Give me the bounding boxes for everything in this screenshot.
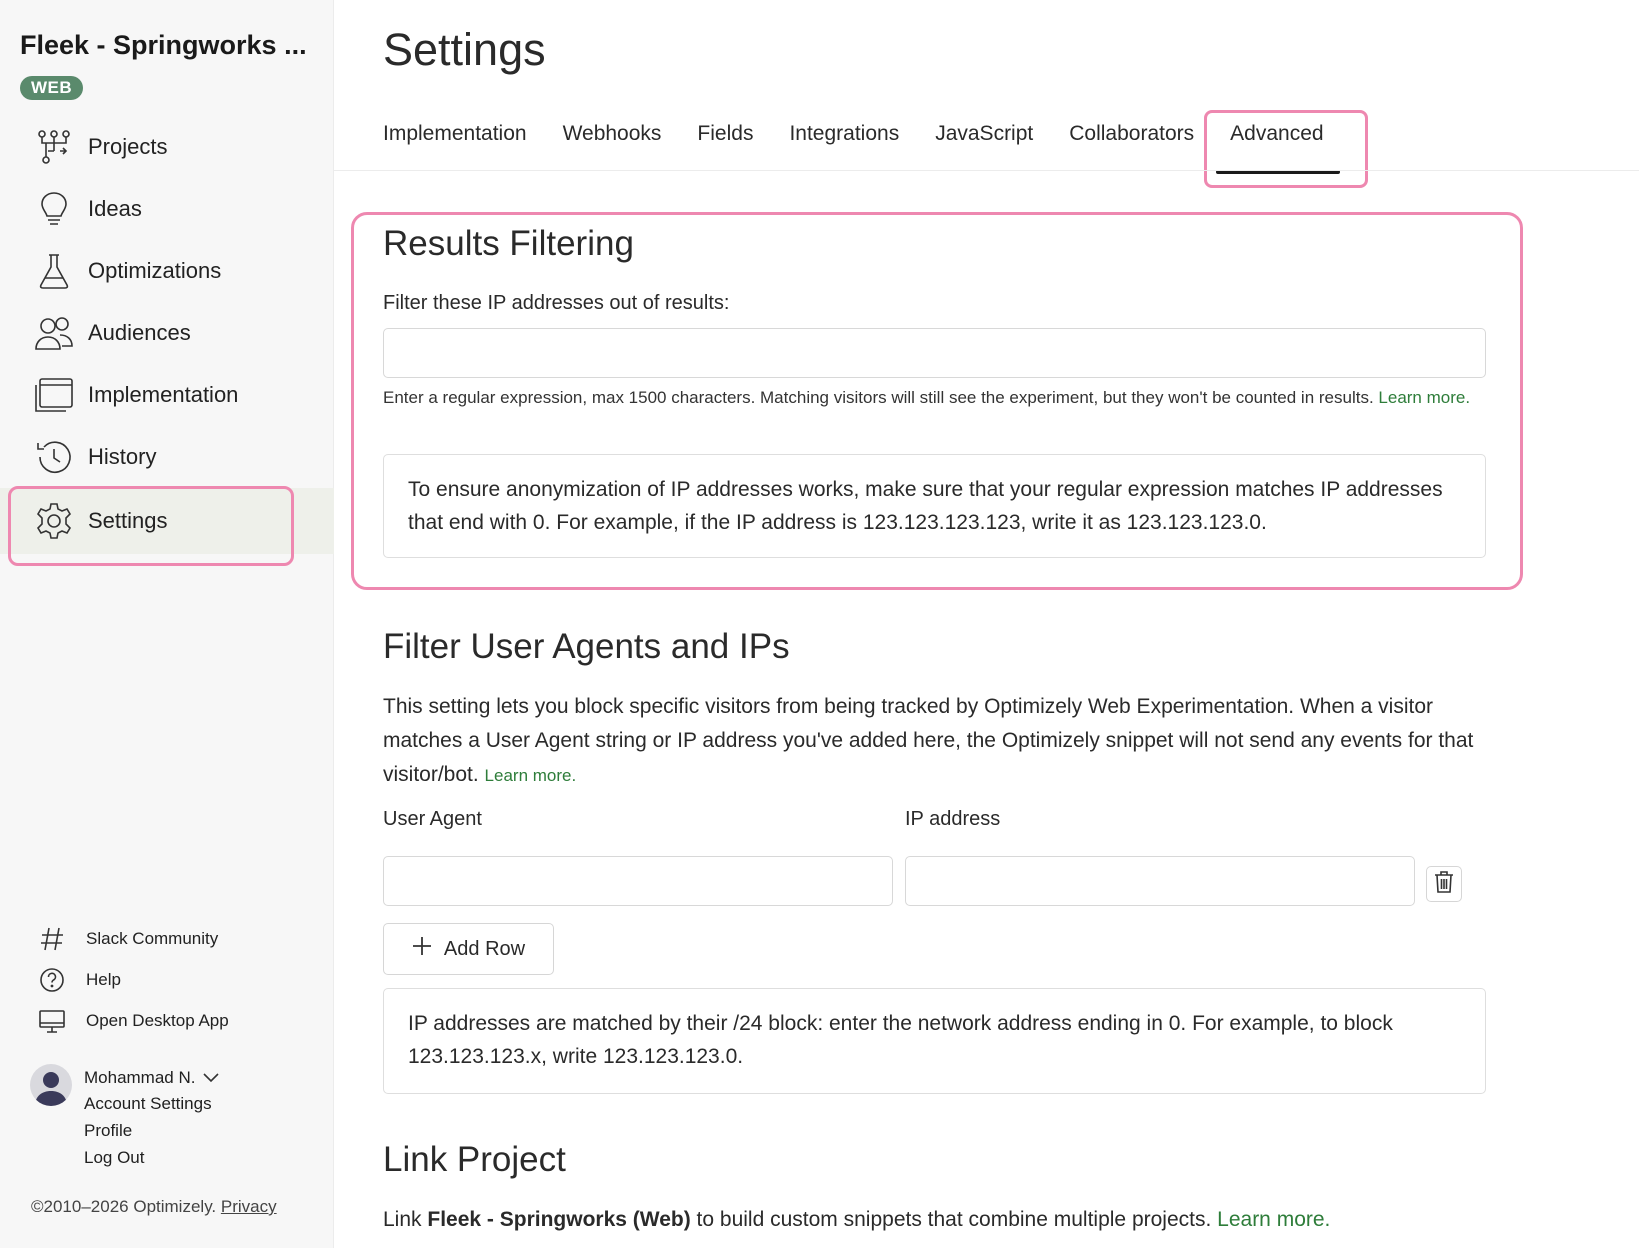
sidebar-footer-links: Slack Community Help Open Desktop App (36, 918, 229, 1041)
profile-link[interactable]: Profile (84, 1121, 212, 1148)
hash-icon (36, 923, 68, 955)
link-project-description: Link Fleek - Springworks (Web) to build … (383, 1203, 1493, 1237)
anonymization-note: To ensure anonymization of IP addresses … (383, 454, 1486, 558)
add-row-button[interactable]: Add Row (383, 923, 554, 975)
sidebar-item-implementation[interactable]: Implementation (0, 364, 334, 426)
link-project-suffix: to build custom snippets that combine mu… (696, 1208, 1212, 1231)
plus-icon (412, 936, 432, 962)
tab-advanced[interactable]: Advanced (1204, 110, 1369, 188)
trash-icon (1433, 870, 1455, 899)
project-title[interactable]: Fleek - Springworks ... (20, 30, 307, 61)
tab-integrations[interactable]: Integrations (789, 122, 899, 162)
results-filtering-heading: Results Filtering (383, 224, 634, 263)
ip-filter-label: Filter these IP addresses out of results… (383, 292, 730, 314)
copyright-text: ©2010–2026 Optimizely. (31, 1197, 217, 1216)
filter-agents-description: This setting lets you block specific vis… (383, 690, 1493, 793)
link-project-name: Fleek - Springworks (Web) (427, 1208, 691, 1231)
settings-tabs: Implementation Webhooks Fields Integrati… (383, 110, 1369, 188)
learn-more-link[interactable]: Learn more. (485, 766, 577, 785)
sidebar-item-label: Implementation (88, 382, 239, 407)
link-project-prefix: Link (383, 1208, 422, 1231)
help-circle-icon (36, 964, 68, 996)
help-link[interactable]: Help (36, 959, 229, 1000)
sidebar-item-audiences[interactable]: Audiences (0, 302, 334, 364)
privacy-link[interactable]: Privacy (221, 1197, 277, 1216)
sidebar-item-label: Settings (88, 508, 168, 533)
ip-filter-helper: Enter a regular expression, max 1500 cha… (383, 383, 1493, 412)
copyright: ©2010–2026 Optimizely. Privacy (31, 1197, 277, 1217)
account-settings-link[interactable]: Account Settings (84, 1094, 212, 1121)
learn-more-link[interactable]: Learn more. (1378, 388, 1470, 407)
ip-address-input[interactable] (905, 856, 1415, 906)
user-agent-input[interactable] (383, 856, 893, 906)
people-icon (32, 311, 76, 355)
sidebar-item-label: Optimizations (88, 258, 222, 283)
platform-badge: WEB (20, 76, 84, 100)
window-stack-icon (32, 373, 76, 417)
log-out-link[interactable]: Log Out (84, 1148, 212, 1175)
user-agent-label: User Agent (383, 808, 482, 830)
sidebar-item-ideas[interactable]: Ideas (0, 178, 334, 240)
sidebar-item-projects[interactable]: Projects (0, 116, 334, 178)
footer-link-label: Open Desktop App (86, 1010, 229, 1030)
user-menu-toggle[interactable]: Mohammad N. (84, 1068, 220, 1088)
link-project-heading: Link Project (383, 1140, 566, 1179)
ip-block-note: IP addresses are matched by their /24 bl… (383, 988, 1486, 1094)
lightbulb-icon (32, 187, 76, 231)
footer-link-label: Slack Community (86, 928, 219, 948)
main-content: Settings Implementation Webhooks Fields … (334, 0, 1639, 1248)
footer-link-label: Help (86, 969, 121, 989)
sidebar-nav: Projects Ideas Optimizations Audiences I… (0, 116, 334, 566)
filter-agents-heading: Filter User Agents and IPs (383, 627, 790, 666)
sidebar-item-label: Projects (88, 134, 168, 159)
sidebar-item-label: History (88, 444, 157, 469)
user-menu: Account Settings Profile Log Out (84, 1094, 212, 1175)
tab-implementation[interactable]: Implementation (383, 122, 527, 162)
open-desktop-app-link[interactable]: Open Desktop App (36, 1000, 229, 1041)
sidebar-item-label: Ideas (88, 196, 142, 221)
gear-icon (32, 499, 76, 543)
page-title: Settings (383, 24, 546, 75)
monitor-icon (36, 1005, 68, 1037)
sidebar-item-history[interactable]: History (0, 426, 334, 488)
add-row-label: Add Row (443, 937, 526, 960)
tab-collaborators[interactable]: Collaborators (1069, 122, 1194, 162)
sidebar-item-optimizations[interactable]: Optimizations (0, 240, 334, 302)
learn-more-link[interactable]: Learn more. (1217, 1208, 1330, 1231)
flask-icon (32, 249, 76, 293)
slack-community-link[interactable]: Slack Community (36, 918, 229, 959)
history-icon (32, 435, 76, 479)
user-name: Mohammad N. (84, 1068, 196, 1087)
tab-fields[interactable]: Fields (697, 122, 753, 162)
tab-javascript[interactable]: JavaScript (935, 122, 1033, 162)
sidebar: Fleek - Springworks ... WEB Projects Ide… (0, 0, 334, 1248)
avatar[interactable] (30, 1064, 72, 1106)
ip-filter-helper-text: Enter a regular expression, max 1500 cha… (383, 388, 1374, 407)
ip-filter-input[interactable] (383, 328, 1486, 378)
sidebar-item-settings[interactable]: Settings (0, 486, 334, 566)
chevron-down-icon (203, 1068, 220, 1088)
tab-webhooks[interactable]: Webhooks (563, 122, 662, 162)
tabs-divider (334, 170, 1639, 171)
delete-row-button[interactable] (1426, 866, 1462, 902)
ip-address-label: IP address (905, 808, 1001, 830)
sidebar-item-label: Audiences (88, 320, 191, 345)
projects-icon (32, 125, 76, 169)
